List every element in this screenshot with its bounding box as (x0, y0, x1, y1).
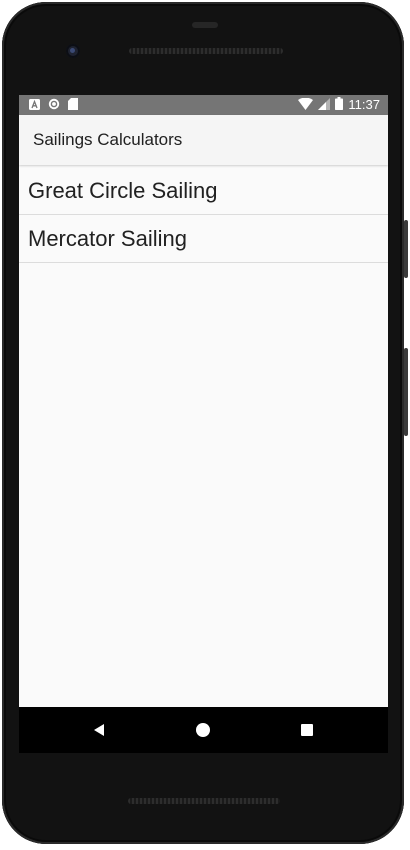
front-camera (66, 44, 80, 58)
list-item-label: Great Circle Sailing (28, 178, 218, 203)
recents-icon[interactable] (297, 720, 317, 740)
sync-circle-icon (48, 98, 60, 113)
list-item-label: Mercator Sailing (28, 226, 187, 251)
battery-icon (335, 97, 344, 113)
home-icon[interactable] (193, 720, 213, 740)
wifi-icon (298, 97, 314, 113)
bottom-speaker-grille (128, 798, 280, 804)
status-bar: 11:37 (19, 95, 388, 115)
navigation-bar (19, 707, 388, 753)
status-time: 11:37 (348, 97, 380, 112)
back-icon[interactable] (89, 720, 109, 740)
calculator-list: Great Circle Sailing Mercator Sailing (19, 167, 388, 263)
a-notification-icon (29, 98, 40, 113)
app-screen: 11:37 Sailings Calculators Great Circle … (19, 95, 388, 707)
power-button[interactable] (404, 220, 408, 278)
list-item-great-circle-sailing[interactable]: Great Circle Sailing (19, 167, 388, 215)
volume-rocker[interactable] (404, 348, 408, 436)
page-title: Sailings Calculators (33, 130, 183, 149)
list-item-mercator-sailing[interactable]: Mercator Sailing (19, 215, 388, 263)
signal-icon (318, 97, 331, 113)
top-speaker-grille (129, 48, 283, 54)
system-icons: 11:37 (298, 97, 380, 113)
earpiece (192, 22, 218, 28)
action-bar: Sailings Calculators (19, 115, 388, 165)
sd-card-icon (68, 98, 78, 113)
notification-icons (29, 98, 78, 113)
